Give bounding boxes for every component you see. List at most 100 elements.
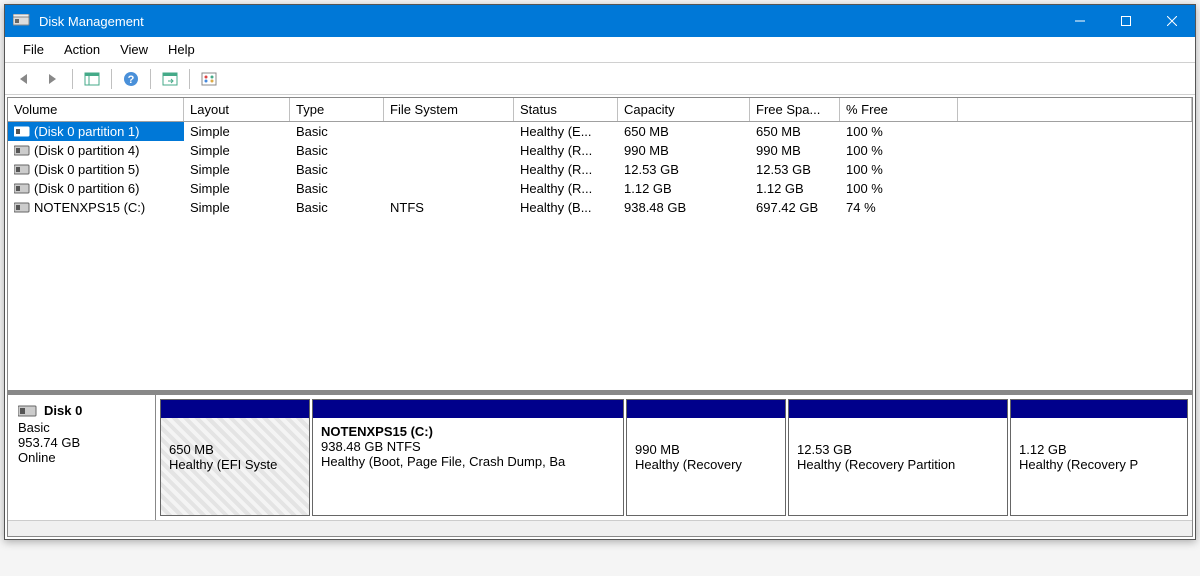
partition-health: Healthy (Recovery P: [1019, 457, 1179, 472]
volume-pct-free: 100 %: [840, 122, 958, 141]
volume-status: Healthy (R...: [514, 160, 618, 179]
partition-size: 990 MB: [635, 442, 777, 457]
volume-layout: Simple: [184, 122, 290, 141]
header-pct-free[interactable]: % Free: [840, 98, 958, 121]
volume-filesystem: [384, 130, 514, 134]
partition-body: 650 MBHealthy (EFI Syste: [161, 418, 309, 515]
refresh-button[interactable]: [158, 67, 182, 91]
content-area: Volume Layout Type File System Status Ca…: [7, 97, 1193, 537]
close-button[interactable]: [1149, 5, 1195, 37]
toolbar-separator: [111, 69, 112, 89]
partitions-row: 650 MBHealthy (EFI SysteNOTENXPS15 (C:)9…: [156, 395, 1192, 520]
header-status[interactable]: Status: [514, 98, 618, 121]
volume-pct-free: 100 %: [840, 141, 958, 160]
header-type[interactable]: Type: [290, 98, 384, 121]
volume-pct-free: 74 %: [840, 198, 958, 217]
partition-health: Healthy (Recovery Partition: [797, 457, 999, 472]
volume-free: 1.12 GB: [750, 179, 840, 198]
volume-status: Healthy (R...: [514, 179, 618, 198]
maximize-button[interactable]: [1103, 5, 1149, 37]
volume-free: 650 MB: [750, 122, 840, 141]
volume-type: Basic: [290, 160, 384, 179]
volume-icon: [14, 202, 30, 214]
nav-back-button[interactable]: [13, 67, 37, 91]
volume-icon: [14, 164, 30, 176]
volume-free: 697.42 GB: [750, 198, 840, 217]
partition-body: 12.53 GBHealthy (Recovery Partition: [789, 418, 1007, 515]
volume-row[interactable]: (Disk 0 partition 4)SimpleBasicHealthy (…: [8, 141, 1192, 160]
menu-file[interactable]: File: [13, 39, 54, 60]
partition-health: Healthy (Recovery: [635, 457, 777, 472]
disk-info[interactable]: Disk 0 Basic 953.74 GB Online: [8, 395, 156, 520]
app-icon: [13, 13, 31, 29]
show-hide-tree-button[interactable]: [80, 67, 104, 91]
volume-row[interactable]: (Disk 0 partition 1)SimpleBasicHealthy (…: [8, 122, 1192, 141]
volume-row[interactable]: NOTENXPS15 (C:)SimpleBasicNTFSHealthy (B…: [8, 198, 1192, 217]
volume-type: Basic: [290, 198, 384, 217]
header-capacity[interactable]: Capacity: [618, 98, 750, 121]
partition-size: 12.53 GB: [797, 442, 999, 457]
partition-stripe: [1011, 400, 1187, 418]
volume-icon: [14, 145, 30, 157]
volume-free: 990 MB: [750, 141, 840, 160]
menubar: File Action View Help: [5, 37, 1195, 63]
header-blank[interactable]: [958, 98, 1192, 121]
header-free-space[interactable]: Free Spa...: [750, 98, 840, 121]
partition-stripe: [789, 400, 1007, 418]
partition-size: 938.48 GB NTFS: [321, 439, 615, 454]
partition-stripe: [161, 400, 309, 418]
volume-status: Healthy (B...: [514, 198, 618, 217]
menu-help[interactable]: Help: [158, 39, 205, 60]
volume-filesystem: NTFS: [384, 198, 514, 217]
partition-block[interactable]: 12.53 GBHealthy (Recovery Partition: [788, 399, 1008, 516]
toolbar: ?: [5, 63, 1195, 95]
settings-button[interactable]: [197, 67, 221, 91]
partition-block[interactable]: 1.12 GBHealthy (Recovery P: [1010, 399, 1188, 516]
nav-forward-button[interactable]: [41, 67, 65, 91]
volume-name: (Disk 0 partition 1): [8, 122, 184, 141]
partition-size: 1.12 GB: [1019, 442, 1179, 457]
partition-block[interactable]: 990 MBHealthy (Recovery: [626, 399, 786, 516]
menu-action[interactable]: Action: [54, 39, 110, 60]
volume-filesystem: [384, 168, 514, 172]
disk-capacity: 953.74 GB: [18, 435, 145, 450]
partition-stripe: [313, 400, 623, 418]
volume-capacity: 12.53 GB: [618, 160, 750, 179]
volume-name: NOTENXPS15 (C:): [8, 198, 184, 217]
volume-row[interactable]: (Disk 0 partition 6)SimpleBasicHealthy (…: [8, 179, 1192, 198]
partition-block[interactable]: 650 MBHealthy (EFI Syste: [160, 399, 310, 516]
header-layout[interactable]: Layout: [184, 98, 290, 121]
disk-status: Online: [18, 450, 145, 465]
volume-icon: [14, 183, 30, 195]
help-button[interactable]: ?: [119, 67, 143, 91]
partition-health: Healthy (EFI Syste: [169, 457, 301, 472]
toolbar-separator: [72, 69, 73, 89]
volume-name: (Disk 0 partition 4): [8, 141, 184, 160]
volume-filesystem: [384, 187, 514, 191]
toolbar-separator: [150, 69, 151, 89]
partition-size: 650 MB: [169, 442, 301, 457]
partition-body: 990 MBHealthy (Recovery: [627, 418, 785, 515]
partition-name: NOTENXPS15 (C:): [321, 424, 615, 439]
volume-layout: Simple: [184, 160, 290, 179]
window-title: Disk Management: [39, 14, 1057, 29]
header-filesystem[interactable]: File System: [384, 98, 514, 121]
volume-layout: Simple: [184, 141, 290, 160]
volume-status: Healthy (E...: [514, 122, 618, 141]
volume-pct-free: 100 %: [840, 179, 958, 198]
volume-capacity: 650 MB: [618, 122, 750, 141]
window-controls: [1057, 5, 1195, 37]
svg-text:?: ?: [128, 74, 135, 86]
titlebar[interactable]: Disk Management: [5, 5, 1195, 37]
header-volume[interactable]: Volume: [8, 98, 184, 121]
partition-block[interactable]: NOTENXPS15 (C:)938.48 GB NTFSHealthy (Bo…: [312, 399, 624, 516]
partition-health: Healthy (Boot, Page File, Crash Dump, Ba: [321, 454, 615, 469]
menu-view[interactable]: View: [110, 39, 158, 60]
volumes-table[interactable]: Volume Layout Type File System Status Ca…: [8, 98, 1192, 390]
volume-layout: Simple: [184, 179, 290, 198]
volume-row[interactable]: (Disk 0 partition 5)SimpleBasic Healthy (…: [8, 160, 1192, 179]
volume-layout: Simple: [184, 198, 290, 217]
minimize-button[interactable]: [1057, 5, 1103, 37]
volume-capacity: 938.48 GB: [618, 198, 750, 217]
volume-name: (Disk 0 partition 5): [8, 160, 184, 179]
